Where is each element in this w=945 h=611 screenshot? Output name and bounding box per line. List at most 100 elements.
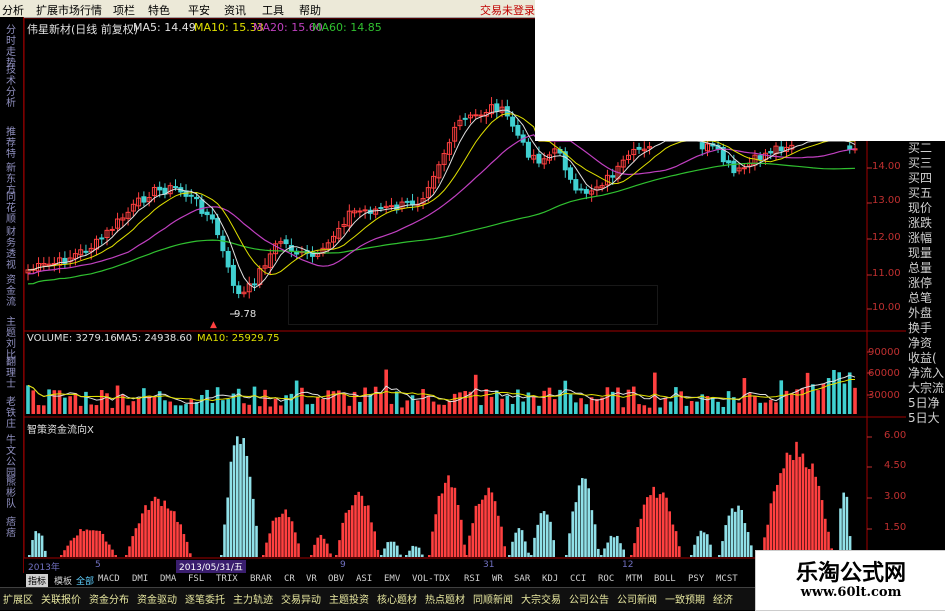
indicator-tab-0[interactable]: 模板: [54, 574, 72, 587]
menu-item-2[interactable]: 项栏: [113, 2, 135, 18]
menu-item-5[interactable]: 资讯: [224, 2, 246, 18]
indicator-tab-4[interactable]: DMA: [160, 574, 176, 584]
volume-bar: [605, 387, 610, 414]
menu-item-6[interactable]: 工具: [262, 2, 284, 18]
indicator-tab-15[interactable]: WR: [492, 574, 503, 584]
side-tab-11[interactable]: 熊彬队: [2, 477, 20, 510]
side-tab-0[interactable]: 分时走势: [2, 25, 20, 69]
candle-body: [83, 250, 89, 253]
side-tab-12[interactable]: 痞痞: [2, 517, 20, 539]
indicator-tab-21[interactable]: BOLL: [654, 574, 676, 584]
indicator-tab-23[interactable]: MCST: [716, 574, 738, 584]
bottom-tab-13[interactable]: 公司新闻: [617, 591, 657, 606]
side-tab-5[interactable]: 财务透视: [2, 227, 20, 271]
ma-label-0: MA5: 14.49: [133, 21, 196, 34]
bottom-tab-11[interactable]: 大宗交易: [521, 591, 561, 606]
bottom-tab-5[interactable]: 主力轨迹: [233, 591, 273, 606]
indicator-tab-2[interactable]: MACD: [98, 574, 120, 584]
indicator-tab-12[interactable]: EMV: [384, 574, 400, 584]
indicator-bar: [450, 487, 453, 557]
bottom-tab-1[interactable]: 关联报价: [41, 591, 81, 606]
volume-bar: [152, 396, 157, 414]
side-tab-6[interactable]: 资金流: [2, 275, 20, 308]
indicator-tab-5[interactable]: FSL: [188, 574, 204, 584]
volume-bar: [358, 401, 362, 414]
bottom-tab-8[interactable]: 核心题材: [377, 591, 417, 606]
indicator-bar: [173, 511, 176, 557]
indicator-tab-14[interactable]: RSI: [464, 574, 480, 584]
menu-item-4[interactable]: 平安: [188, 2, 210, 18]
indicator-bar: [316, 537, 319, 557]
volume-bar: [616, 387, 620, 414]
bottom-tab-10[interactable]: 同顺新闻: [473, 591, 513, 606]
bottom-tab-0[interactable]: 扩展区: [3, 591, 33, 606]
indicator-tab-10[interactable]: OBV: [328, 574, 344, 584]
indicator-tab-17[interactable]: KDJ: [542, 574, 558, 584]
volume-tick-1: 60000: [868, 368, 900, 379]
quote-field-4: 现价: [908, 201, 933, 215]
volume-bar: [242, 403, 246, 414]
indicator-bar: [354, 494, 357, 557]
indicator-tab-18[interactable]: CCI: [570, 574, 586, 584]
menu-item-3[interactable]: 特色: [148, 2, 170, 18]
side-tab-2[interactable]: 推荐特: [2, 127, 20, 160]
menu-item-7[interactable]: 帮助: [299, 2, 321, 18]
indicator-bar: [396, 545, 399, 557]
indicator-tab-6[interactable]: TRIX: [216, 574, 238, 584]
indicator-tab-3[interactable]: DMI: [132, 574, 148, 584]
candle-body: [473, 114, 479, 117]
indicator-bar: [724, 525, 727, 557]
indicator-tab-7[interactable]: BRAR: [250, 574, 272, 584]
indicator-tab-16[interactable]: SAR: [514, 574, 530, 584]
indicator-tab-1[interactable]: 全部: [76, 574, 94, 587]
bottom-tab-12[interactable]: 公司公告: [569, 591, 609, 606]
volume-bar: [326, 390, 331, 414]
indicator-bar: [329, 553, 332, 557]
candle-body: [283, 239, 289, 245]
indicator-bar: [341, 522, 344, 557]
volume-bar: [842, 383, 847, 414]
quote-field-9: 涨停: [908, 276, 933, 290]
volume-bar: [279, 405, 283, 414]
bottom-tab-14[interactable]: 一致预期: [665, 591, 705, 606]
side-tab-7[interactable]: 主题刘比: [2, 317, 20, 361]
indicator-bar: [380, 555, 383, 557]
side-tab-8[interactable]: 翻理士: [2, 357, 20, 390]
indicator-bar: [82, 531, 85, 557]
candle-body: [157, 186, 163, 191]
indicator-tab-20[interactable]: MTM: [626, 574, 642, 584]
indicator-tab-active[interactable]: 指标: [26, 574, 49, 587]
volume-bar: [700, 394, 705, 414]
indicator-tab-22[interactable]: PSY: [688, 574, 704, 584]
bottom-tab-9[interactable]: 热点题材: [425, 591, 465, 606]
indicator-bar: [817, 485, 821, 557]
candle-body: [357, 210, 363, 213]
bottom-tab-15[interactable]: 经济: [713, 591, 733, 606]
indicator-tab-9[interactable]: VR: [306, 574, 317, 584]
side-tab-4[interactable]: 同花顺: [2, 192, 20, 225]
indicator-bar: [593, 524, 597, 557]
side-tab-9[interactable]: 老铁庄: [2, 397, 20, 430]
indicator-tab-19[interactable]: ROC: [598, 574, 614, 584]
menu-item-0[interactable]: 分析: [2, 2, 24, 18]
bottom-tab-4[interactable]: 逐笔委托: [185, 591, 225, 606]
bottom-tab-6[interactable]: 交易异动: [281, 591, 321, 606]
side-tab-10[interactable]: 牛文公园: [2, 435, 20, 479]
indicator-bar: [568, 533, 571, 557]
indicator-bar: [484, 495, 487, 557]
bottom-tab-7[interactable]: 主题投资: [329, 591, 369, 606]
volume-bar: [658, 407, 662, 414]
indicator-tab-13[interactable]: VOL-TDX: [412, 574, 450, 584]
indicator-tab-11[interactable]: ASI: [356, 574, 372, 584]
bottom-tab-3[interactable]: 资金驱动: [137, 591, 177, 606]
indicator-bar: [730, 508, 734, 557]
volume-bar: [542, 390, 547, 414]
indicator-tab-8[interactable]: CR: [284, 574, 295, 584]
side-tab-1[interactable]: 技术分析: [2, 65, 20, 109]
volume-bar: [415, 400, 420, 414]
indicator-bar: [44, 550, 47, 557]
login-warning[interactable]: 交易未登录: [480, 2, 535, 18]
indicator-bar: [792, 460, 795, 557]
menu-item-1[interactable]: 扩展市场行情: [36, 2, 102, 18]
bottom-tab-2[interactable]: 资金分布: [89, 591, 129, 606]
